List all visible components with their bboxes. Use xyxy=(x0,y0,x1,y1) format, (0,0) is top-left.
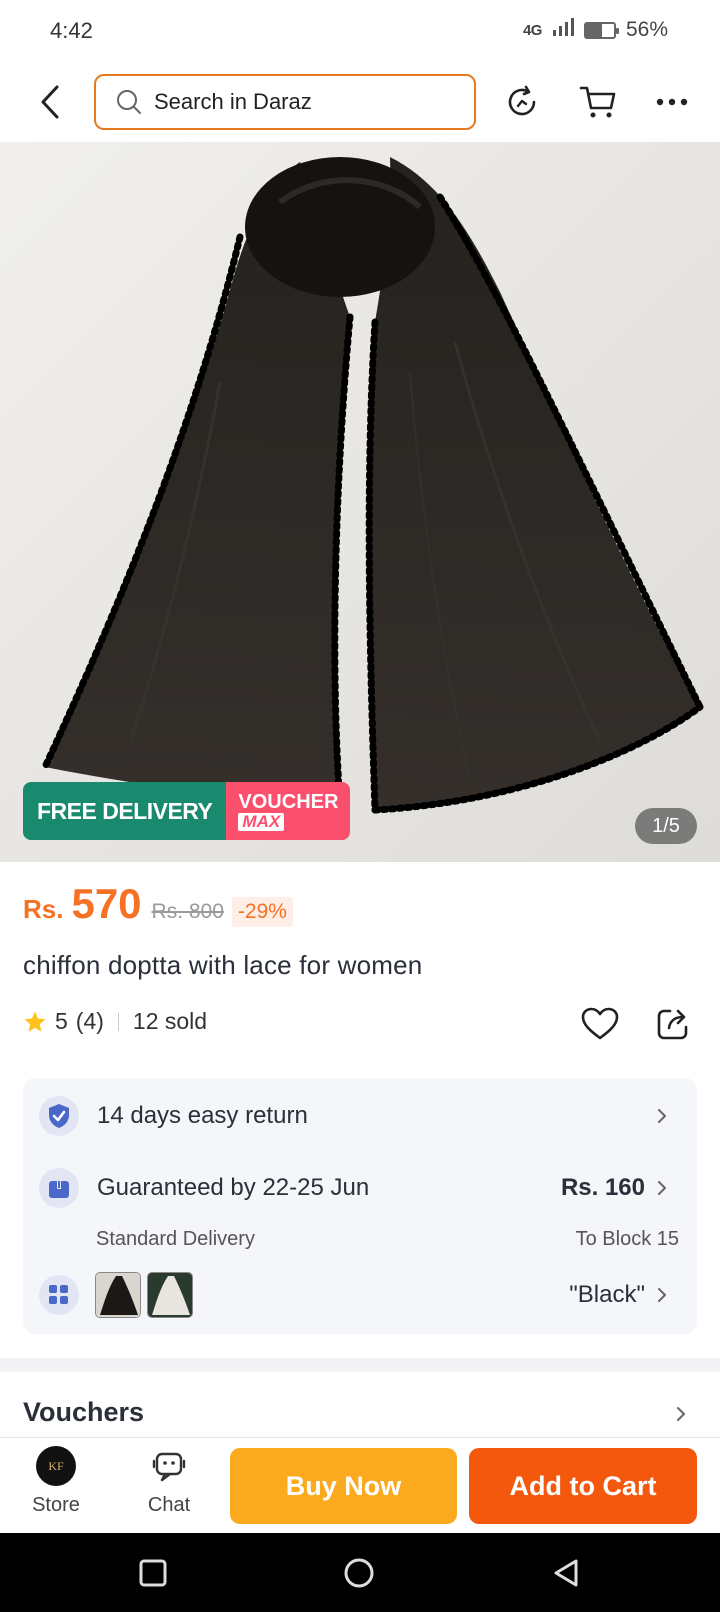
battery-icon xyxy=(583,21,619,39)
currency-label: Rs. xyxy=(23,894,64,924)
add-to-cart-button[interactable]: Add to Cart xyxy=(469,1448,697,1524)
chevron-right-icon xyxy=(653,1107,671,1125)
free-delivery-badge: FREE DELIVERY xyxy=(23,782,227,840)
voucher-max-badge: VOUCHER MAX xyxy=(226,782,351,840)
chevron-right-icon[interactable] xyxy=(672,1405,690,1423)
square-icon xyxy=(139,1559,167,1587)
variant-selected: "Black" xyxy=(569,1281,645,1308)
variant-row[interactable]: "Black" xyxy=(39,1272,689,1318)
vouchers-heading[interactable]: Vouchers xyxy=(23,1397,144,1428)
promo-badges: FREE DELIVERY VOUCHER MAX xyxy=(23,782,351,840)
current-price: 570 xyxy=(71,880,142,927)
delivery-price: Rs. 160 xyxy=(560,1174,645,1201)
voucher-badge-sub: MAX xyxy=(238,813,285,831)
dupatta-illustration xyxy=(41,157,704,814)
signal-icon xyxy=(552,18,574,42)
product-title: chiffon doptta with lace for women xyxy=(23,950,423,980)
shield-check-icon xyxy=(39,1096,79,1136)
store-button[interactable]: KF Store xyxy=(11,1446,101,1517)
delivery-subtitle: Standard Delivery xyxy=(96,1228,255,1250)
variant-thumb-white[interactable] xyxy=(147,1272,193,1318)
system-back-button[interactable] xyxy=(544,1551,588,1595)
star-icon xyxy=(24,1011,46,1032)
store-logo: KF xyxy=(36,1446,76,1486)
share-icon xyxy=(657,1009,688,1040)
search-input[interactable]: Search in Daraz xyxy=(94,74,476,130)
variant-thumb-black[interactable] xyxy=(95,1272,141,1318)
original-price: Rs. 800 xyxy=(151,900,224,923)
price-row: Rs. 570 Rs. 800 -29% xyxy=(23,880,293,928)
section-divider xyxy=(0,1358,720,1372)
store-label: Store xyxy=(32,1494,80,1516)
grid-icon xyxy=(39,1275,79,1315)
chevron-right-icon xyxy=(653,1179,671,1197)
discount-badge: -29% xyxy=(231,897,293,927)
chat-icon xyxy=(152,1452,186,1482)
return-text: 14 days easy return xyxy=(97,1102,308,1129)
sold-count: 12 sold xyxy=(132,1008,208,1034)
return-policy-row[interactable]: 14 days easy return xyxy=(39,1096,689,1136)
service-info-card: 14 days easy return Guaranteed by 22-25 … xyxy=(23,1078,697,1334)
status-bar: 4:42 4G 56% xyxy=(0,0,720,62)
delivery-title: Guaranteed by 22-25 Jun xyxy=(97,1174,370,1201)
history-button[interactable] xyxy=(500,80,544,124)
chevron-right-icon xyxy=(653,1286,671,1304)
rating-count: (4) xyxy=(75,1008,104,1034)
voucher-badge-label: VOUCHER xyxy=(238,791,339,813)
back-button[interactable] xyxy=(30,80,70,124)
chat-button[interactable]: Chat xyxy=(124,1446,214,1517)
heart-icon xyxy=(581,1007,619,1040)
status-time: 4:42 xyxy=(50,18,93,43)
triangle-back-icon xyxy=(554,1559,578,1587)
top-header: Search in Daraz xyxy=(0,62,720,142)
cart-button[interactable] xyxy=(576,80,620,124)
bottom-action-bar: KF Store Chat Buy Now Add to Cart xyxy=(0,1437,720,1533)
product-image[interactable] xyxy=(0,142,720,862)
network-type: 4G xyxy=(522,21,543,39)
rating-row[interactable]: 5 (4) 12 sold xyxy=(23,1008,207,1035)
delivery-row[interactable]: Guaranteed by 22-25 Jun Rs. 160 xyxy=(39,1168,689,1208)
refresh-icon xyxy=(508,85,536,116)
battery-fill xyxy=(585,23,602,37)
system-nav-bar xyxy=(0,1533,720,1612)
rating-value: 5 xyxy=(55,1008,68,1034)
home-button[interactable] xyxy=(337,1551,381,1595)
chevron-left-icon xyxy=(41,85,59,119)
divider xyxy=(117,1012,119,1031)
image-counter: 1/5 xyxy=(635,808,697,844)
recents-button[interactable] xyxy=(131,1551,175,1595)
search-icon xyxy=(117,90,141,114)
wishlist-button[interactable] xyxy=(578,1002,622,1046)
more-options-button[interactable] xyxy=(650,80,694,124)
package-icon xyxy=(39,1168,79,1208)
delivery-location: To Block 15 xyxy=(575,1228,679,1250)
status-indicators: 4G 56% xyxy=(523,18,668,42)
search-placeholder: Search in Daraz xyxy=(154,89,312,114)
cart-icon xyxy=(579,86,616,118)
circle-icon xyxy=(344,1558,374,1588)
battery-percent: 56% xyxy=(625,18,668,41)
buy-now-button[interactable]: Buy Now xyxy=(230,1448,457,1524)
chat-label: Chat xyxy=(147,1494,191,1516)
share-button[interactable] xyxy=(651,1002,695,1046)
more-icon xyxy=(656,98,688,106)
